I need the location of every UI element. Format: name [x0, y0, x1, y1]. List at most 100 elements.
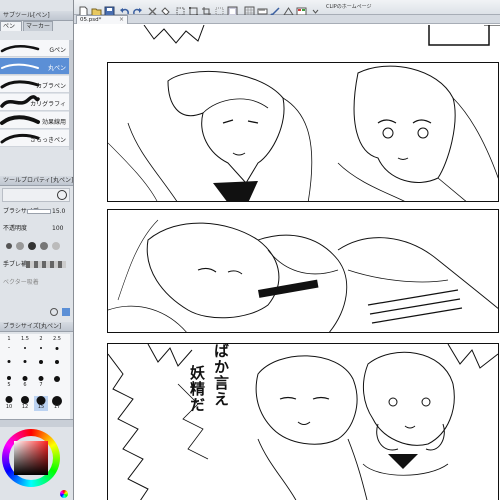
- brush-label: 効果線用: [41, 119, 66, 126]
- crop-icon[interactable]: [201, 2, 212, 16]
- prop-vector-label: ベクター吸着: [3, 279, 39, 286]
- size-cell[interactable]: [2, 356, 16, 371]
- new-file-icon[interactable]: [78, 2, 89, 17]
- panel-2-artwork: [108, 219, 498, 332]
- deselect-icon[interactable]: [214, 2, 225, 16]
- prop-opacity-value: 100: [52, 225, 64, 232]
- prop-size-value: 15.0: [52, 208, 66, 215]
- palette-icon[interactable]: [296, 2, 307, 16]
- brush-stroke-icon: [0, 45, 40, 53]
- subtool-header: サブツール[ペン]: [0, 11, 73, 21]
- subtool-scrollbar[interactable]: [69, 40, 73, 150]
- brush-size-grid: 1 1.5 2 2.5 5 6 7 10 12 15 17: [0, 334, 70, 420]
- size-cell[interactable]: 7: [34, 376, 48, 391]
- app-window: サブツール[ペン] ペン マーカー Gペン 丸ペン カブラペン カリグラフィ 効…: [0, 0, 500, 500]
- tip-dot-icon: [28, 242, 36, 250]
- color-panel-tabbar: [0, 419, 73, 427]
- tip-dot-icon: [6, 243, 12, 249]
- prop-opacity-label: 不透明度: [3, 225, 28, 232]
- color-wheel[interactable]: [2, 429, 60, 487]
- brush-stroke-icon: [0, 115, 40, 125]
- subtool-tabs: ペン マーカー: [0, 21, 73, 31]
- size-cell[interactable]: [50, 376, 64, 391]
- tab-marker[interactable]: マーカー: [23, 21, 53, 31]
- size-cell[interactable]: 10: [2, 396, 16, 411]
- transform-icon[interactable]: [188, 2, 199, 16]
- prop-opacity-row[interactable]: 不透明度 100: [0, 222, 70, 235]
- brush-label: 丸ペン: [47, 65, 66, 72]
- size-cell-selected[interactable]: 15: [34, 396, 48, 411]
- settings-icon[interactable]: [50, 308, 58, 316]
- manga-canvas[interactable]: ばか言え 妖精だ: [74, 25, 500, 500]
- prop-stabilize-row[interactable]: 手ブレ補正: [0, 258, 70, 271]
- close-tab-icon[interactable]: ×: [119, 16, 124, 24]
- size-cell[interactable]: 1: [2, 336, 16, 351]
- brush-item-effect-line[interactable]: 効果線用: [0, 112, 70, 129]
- size-slider[interactable]: [27, 209, 51, 214]
- prop-vector-row[interactable]: ベクター吸着: [0, 276, 70, 289]
- document-tab[interactable]: 05.psd* ×: [76, 15, 128, 24]
- brush-item-sarakki-pen[interactable]: さらっきペン: [0, 130, 70, 147]
- panel-3-artwork: [108, 344, 498, 500]
- document-tab-title: 05.psd*: [80, 17, 102, 23]
- zoom-icon[interactable]: [57, 190, 67, 200]
- top-panel-fragment: [143, 25, 500, 46]
- command-bar: CLIPのホームページ: [74, 0, 500, 17]
- size-cell[interactable]: 2: [34, 336, 48, 351]
- size-cell[interactable]: [50, 356, 64, 371]
- size-cell[interactable]: 6: [18, 376, 32, 391]
- brush-stroke-icon: [1, 63, 39, 69]
- manga-panel-1: [107, 62, 499, 202]
- size-cell[interactable]: 5: [2, 376, 16, 391]
- stabilize-slider[interactable]: [26, 261, 66, 268]
- size-cell[interactable]: [18, 356, 32, 371]
- size-cell[interactable]: 2.5: [50, 336, 64, 351]
- brush-settings-icon[interactable]: [62, 308, 70, 316]
- preview-strip: [2, 188, 70, 202]
- select-icon[interactable]: [175, 2, 186, 16]
- grid-icon[interactable]: [244, 2, 255, 17]
- brush-label: Gペン: [49, 47, 66, 54]
- speech-line-1: ばか言え: [212, 343, 230, 407]
- panel-1-artwork: [108, 65, 498, 201]
- size-cell[interactable]: [34, 356, 48, 371]
- invert-selection-icon[interactable]: [227, 2, 238, 17]
- manga-panel-3: [107, 343, 499, 500]
- speech-line-2: 妖精だ: [188, 365, 206, 413]
- brush-stroke-icon: [0, 80, 40, 89]
- clip-homepage-link[interactable]: CLIPのホームページ: [326, 3, 372, 10]
- brush-label: カブラペン: [35, 83, 66, 90]
- tip-dot-icon: [52, 242, 60, 250]
- open-folder-icon[interactable]: [91, 2, 102, 17]
- manga-panel-2: [107, 209, 499, 333]
- perspective-icon[interactable]: [283, 2, 294, 16]
- color-square[interactable]: [14, 441, 48, 475]
- save-icon[interactable]: [104, 2, 115, 17]
- brush-tip-row[interactable]: [2, 240, 68, 252]
- snap-icon[interactable]: [270, 2, 281, 17]
- size-cell[interactable]: 12: [18, 396, 32, 411]
- color-mode-icon[interactable]: [60, 490, 68, 498]
- brush-label: カリグラフィ: [30, 101, 66, 108]
- size-cell[interactable]: 1.5: [18, 336, 32, 351]
- tip-dot-icon: [40, 242, 48, 250]
- brush-item-gpen[interactable]: Gペン: [0, 40, 70, 57]
- brush-item-marupen[interactable]: 丸ペン: [0, 58, 70, 75]
- ruler-icon[interactable]: [257, 2, 268, 15]
- brush-item-calligraphy[interactable]: カリグラフィ: [0, 94, 70, 111]
- toolprop-header: ツールプロパティ[丸ペン]: [0, 176, 73, 186]
- brushsize-header: ブラシサイズ[丸ペン]: [0, 322, 73, 332]
- clear-icon[interactable]: [147, 2, 158, 16]
- dropdown-chevron-icon[interactable]: [310, 2, 321, 14]
- brush-label: さらっきペン: [29, 137, 66, 144]
- undo-icon[interactable]: [119, 2, 130, 15]
- tab-pen[interactable]: ペン: [0, 21, 22, 31]
- size-cell[interactable]: 17: [50, 396, 64, 411]
- document-tabbar: 05.psd* ×: [74, 15, 500, 24]
- left-dock: サブツール[ペン] ペン マーカー Gペン 丸ペン カブラペン カリグラフィ 効…: [0, 0, 74, 500]
- redo-icon[interactable]: [132, 2, 143, 15]
- prop-size-row[interactable]: ブラシサイズ 15.0: [0, 205, 70, 218]
- brush-item-kaburapen[interactable]: カブラペン: [0, 76, 70, 93]
- fill-icon[interactable]: [160, 2, 171, 16]
- speech-bubble: ばか言え 妖精だ: [181, 343, 241, 463]
